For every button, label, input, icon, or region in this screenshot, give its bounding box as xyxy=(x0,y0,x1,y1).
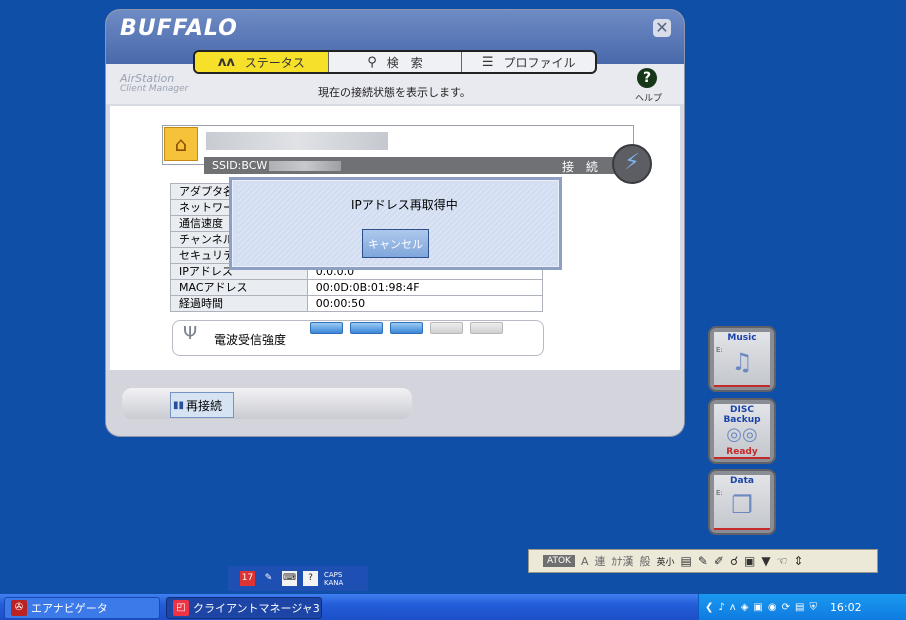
music-gadget-face: Music E: ♫ xyxy=(714,332,770,387)
volume-icon[interactable]: ♪ xyxy=(718,602,724,613)
airnavi-icon: ✇ xyxy=(11,600,27,616)
ime-mode-ren[interactable]: 連 xyxy=(594,553,605,569)
ime-mode-a[interactable]: A xyxy=(581,555,589,568)
info-row: 経過時間 00:00:50 xyxy=(170,295,544,312)
scroll-arrows-icon[interactable]: ⇕ xyxy=(793,554,803,568)
info-key: MACアドレス xyxy=(170,279,308,296)
ime-mode-eng-small[interactable]: 英小 xyxy=(656,555,674,568)
antenna-icon: Ψ xyxy=(183,323,198,344)
music-note-icon: ♫ xyxy=(731,348,753,376)
tab-status[interactable]: ᴧᴧ ステータス xyxy=(195,52,329,72)
signal-bar xyxy=(470,322,503,334)
music-gadget-title: Music xyxy=(727,333,757,343)
kana-label: KANA xyxy=(324,578,344,587)
buffalo-logo: BUFFALO xyxy=(120,16,238,41)
shield-icon[interactable]: ⛨ xyxy=(809,602,817,613)
dictionary-icon[interactable]: ☌ xyxy=(730,554,738,568)
info-row: MACアドレス 00:0D:0B:01:98:4F xyxy=(170,279,544,296)
display-icon[interactable]: ▣ xyxy=(753,602,762,613)
signal-bar xyxy=(390,322,423,334)
data-gadget-title: Data xyxy=(730,476,754,486)
page-subtitle: 現在の接続状態を表示します。 xyxy=(318,86,471,99)
close-button[interactable]: ✕ xyxy=(653,19,671,37)
taskbar-client-manager[interactable]: ◰ クライアントマネージャ3 xyxy=(166,597,322,619)
home-icon: ⌂ xyxy=(164,127,198,161)
taskbar-airnavi-label: エアナビゲータ xyxy=(31,602,108,615)
ime-mode-kana[interactable]: ｶﾅ漢 xyxy=(611,553,633,569)
reconnect-button[interactable]: ▮▮ 再接続 xyxy=(170,392,234,418)
data-gadget-face: Data E: ❐ xyxy=(714,475,770,530)
quick-toolbar: 17 ✎ ⌨ ? CAPS KANA xyxy=(228,566,368,591)
dialog-message: IPアドレス再取得中 xyxy=(351,198,458,212)
disc-icon: ◎◎ xyxy=(726,424,758,445)
ime-mode-general[interactable]: 般 xyxy=(639,553,650,569)
help-label[interactable]: ヘルプ xyxy=(635,91,662,104)
ssid-label: SSID:BCW xyxy=(212,159,268,172)
copy-icon: ❐ xyxy=(731,491,753,519)
signal-bar xyxy=(350,322,383,334)
taskbar-client-manager-label: クライアントマネージャ3 xyxy=(193,602,320,615)
info-key: 経過時間 xyxy=(170,295,308,312)
tab-status-label: ステータス xyxy=(244,55,305,70)
network-icon[interactable]: ◈ xyxy=(741,602,749,613)
disc-backup-title: DISC Backup xyxy=(723,405,761,425)
signal-label: 電波受信強度 xyxy=(214,333,287,347)
cancel-button[interactable]: キャンセル xyxy=(362,229,429,258)
security-icon[interactable]: ◉ xyxy=(768,602,777,613)
data-gadget[interactable]: Data E: ❐ xyxy=(708,469,776,535)
tab-search-label: 検 索 xyxy=(386,55,423,70)
document-icon[interactable]: ▣ xyxy=(744,554,755,568)
calendar-icon[interactable]: 17 xyxy=(240,571,255,586)
tab-profile[interactable]: ☰ プロファイル xyxy=(462,52,595,72)
pulse-icon: ᴧᴧ xyxy=(217,54,235,70)
ssid-bar: SSID:BCW xyxy=(204,157,624,174)
atok-label[interactable]: ATOK xyxy=(543,555,575,567)
disc-backup-gadget-face: DISC Backup ◎◎ Ready xyxy=(714,404,770,459)
reconnect-label: 再接続 xyxy=(186,398,223,413)
connection-icon: ⚡ xyxy=(612,144,652,184)
disc-backup-gadget[interactable]: DISC Backup ◎◎ Ready xyxy=(708,398,776,464)
signal-bar xyxy=(310,322,343,334)
edit-icon[interactable]: ✎ xyxy=(698,554,708,568)
pen-icon[interactable]: ✐ xyxy=(714,554,724,568)
tab-search[interactable]: ⚲ 検 索 xyxy=(329,52,463,72)
search-icon: ⚲ xyxy=(367,54,377,70)
music-gadget[interactable]: Music E: ♫ xyxy=(708,326,776,392)
airstation-line2: Client Manager xyxy=(120,84,189,94)
tab-profile-label: プロファイル xyxy=(503,55,576,70)
info-value: 00:00:50 xyxy=(306,295,544,312)
help-small-icon[interactable]: ? xyxy=(303,571,318,586)
tab-bar: ᴧᴧ ステータス ⚲ 検 索 ☰ プロファイル xyxy=(193,50,597,74)
client-manager-icon: ◰ xyxy=(173,600,189,616)
footer-bar xyxy=(122,388,412,419)
taskbar-airnavi[interactable]: ✇ エアナビゲータ xyxy=(4,597,160,619)
memo-icon[interactable]: ▤ xyxy=(681,554,692,568)
help-icon[interactable]: ? xyxy=(637,68,657,88)
system-tray: ❮ ♪ ᴧ ◈ ▣ ◉ ⟳ ▤ ⛨ 16:02 xyxy=(698,594,906,620)
caps-label: CAPS xyxy=(324,570,343,579)
clock[interactable]: 16:02 xyxy=(830,601,862,614)
connection-status: 接 続 xyxy=(562,160,602,174)
airstation-line1: AirStation xyxy=(120,72,175,85)
wireless-icon[interactable]: ᴧ xyxy=(730,602,736,613)
network-name-redacted xyxy=(206,132,388,150)
info-value: 00:0D:0B:01:98:4F xyxy=(306,279,544,296)
ssid-redacted xyxy=(269,160,342,171)
arrow-down-icon[interactable]: ▼ xyxy=(761,554,770,568)
tool-icon[interactable]: ✎ xyxy=(261,571,276,586)
disc-backup-status: Ready xyxy=(726,447,758,457)
airstation-logo: AirStation Client Manager xyxy=(120,72,189,94)
profile-icon: ☰ xyxy=(481,54,494,70)
printer-icon[interactable]: ▤ xyxy=(795,602,804,613)
caps-kana-indicator: CAPS KANA xyxy=(324,571,343,587)
reconnect-icon: ▮▮ xyxy=(173,399,185,411)
keyboard-icon[interactable]: ⌨ xyxy=(282,571,297,586)
update-icon[interactable]: ⟳ xyxy=(782,602,790,613)
signal-bar xyxy=(430,322,463,334)
tray-expand-icon[interactable]: ❮ xyxy=(705,602,713,613)
hand-icon[interactable]: ☜ xyxy=(777,554,788,568)
ime-toolbar: ATOK A 連 ｶﾅ漢 般 英小 ▤ ✎ ✐ ☌ ▣ ▼ ☜ ⇕ xyxy=(528,549,878,573)
